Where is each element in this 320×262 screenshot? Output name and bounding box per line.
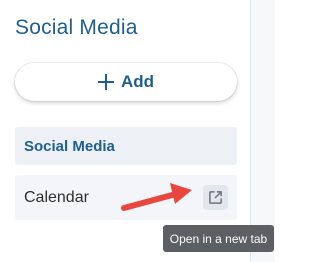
add-button-label: Add	[120, 72, 155, 91]
right-pane-edge	[250, 0, 275, 262]
list-item-label: Calendar	[24, 188, 89, 206]
tooltip: Open in a new tab	[163, 225, 274, 252]
panel-title: Social Media	[15, 16, 138, 39]
red-arrow-annotation	[118, 183, 194, 213]
plus-icon	[97, 74, 114, 90]
add-button[interactable]: Add	[15, 63, 237, 101]
section-header-social-media[interactable]: Social Media	[15, 127, 237, 165]
section-header-label: Social Media	[24, 137, 115, 155]
open-in-new-tab-icon	[208, 190, 223, 205]
social-media-panel: Social Media Add Social Media Calendar	[0, 0, 250, 262]
open-in-new-tab-button[interactable]	[203, 185, 228, 210]
